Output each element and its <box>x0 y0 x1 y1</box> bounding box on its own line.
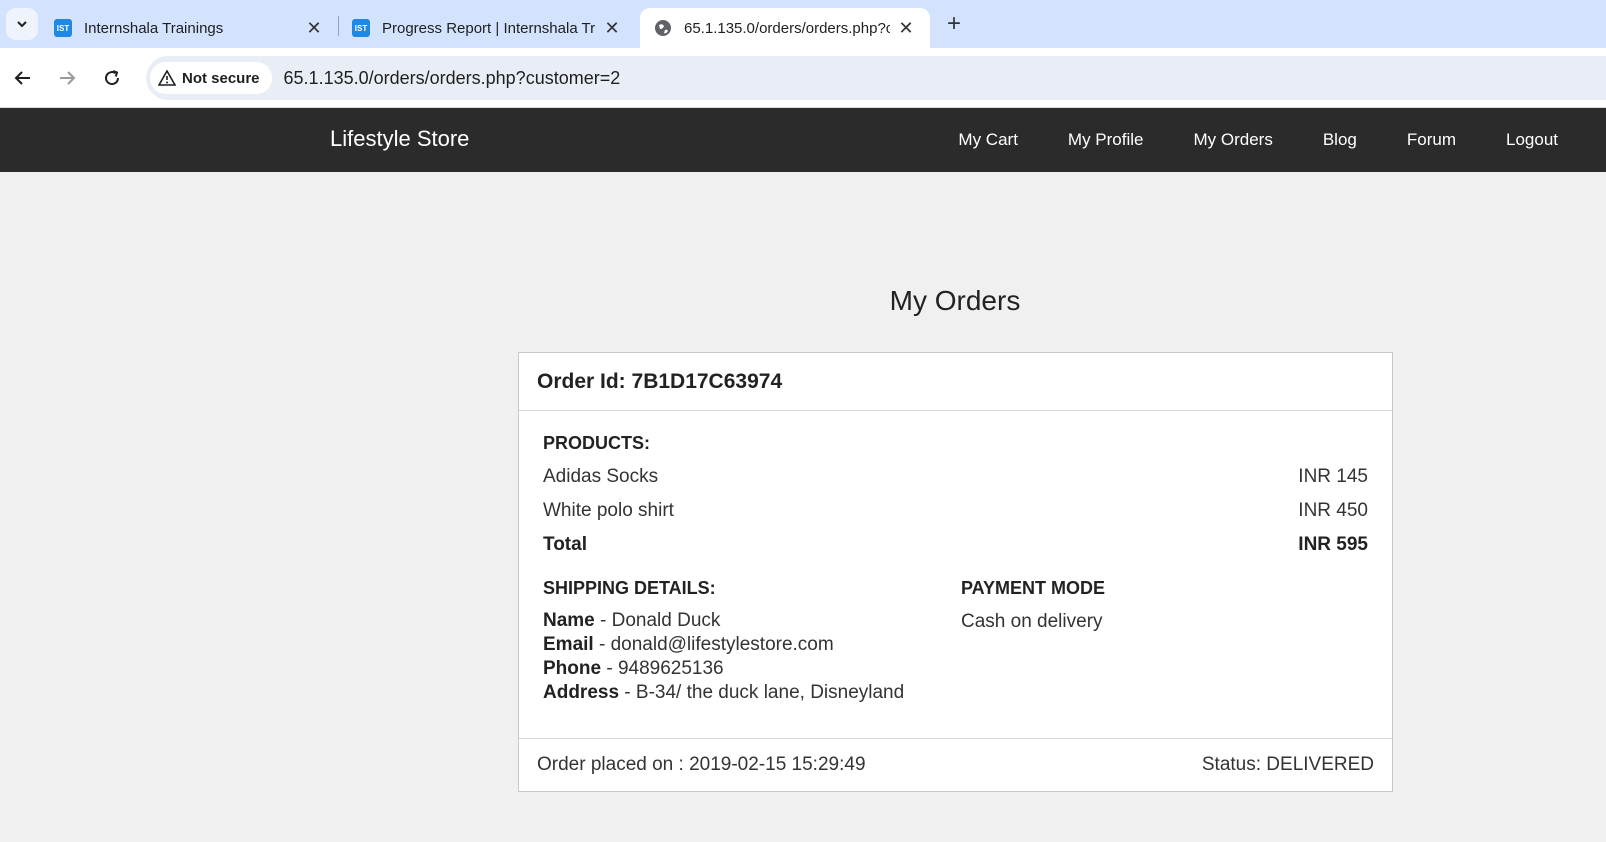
order-card: Order Id: 7B1D17C63974 PRODUCTS: Adidas … <box>518 352 1393 792</box>
security-label: Not secure <box>182 69 260 87</box>
nav-forum[interactable]: Forum <box>1407 130 1456 150</box>
product-price: INR 450 <box>1298 500 1368 521</box>
products-label: PRODUCTS: <box>543 433 650 453</box>
order-status: Status: DELIVERED <box>1201 754 1374 775</box>
details-columns: SHIPPING DETAILS: Name - Donald Duck Ema… <box>543 578 1368 705</box>
arrow-left-icon <box>14 71 30 85</box>
product-row: White polo shirt INR 450 <box>543 500 1368 522</box>
total-label: Total <box>543 534 587 555</box>
tab-separator <box>338 16 339 36</box>
tab-title: Internshala Trainings <box>84 19 224 37</box>
nav-my-cart[interactable]: My Cart <box>958 130 1018 150</box>
nav-my-orders[interactable]: My Orders <box>1194 130 1273 150</box>
shipping-label: SHIPPING DETAILS: <box>543 578 716 598</box>
nav-my-profile[interactable]: My Profile <box>1068 130 1144 150</box>
browser-toolbar: Not secure 65.1.135.0/orders/orders.php?… <box>0 48 1606 108</box>
tab-title: 65.1.135.0/orders/orders.php?cu <box>684 19 890 37</box>
payment-value: Cash on delivery <box>961 611 1103 632</box>
tab-title: Progress Report | Internshala Tr <box>382 19 596 37</box>
forward-button[interactable] <box>50 61 84 95</box>
chevron-down-icon <box>17 21 27 28</box>
internshala-favicon-icon: IST <box>352 19 370 37</box>
nav-links: My Cart My Profile My Orders Blog Forum … <box>908 108 1558 172</box>
order-id-heading: Order Id: 7B1D17C63974 <box>519 353 1392 411</box>
order-footer: Order placed on : 2019-02-15 15:29:49 St… <box>519 739 1392 791</box>
arrow-right-icon <box>60 71 76 85</box>
address-bar[interactable]: Not secure 65.1.135.0/orders/orders.php?… <box>146 56 1606 100</box>
reload-icon <box>105 70 120 86</box>
nav-logout[interactable]: Logout <box>1506 130 1558 150</box>
tab-search-button[interactable] <box>6 8 38 40</box>
shipping-address: Address - B-34/ the duck lane, Disneylan… <box>543 682 905 703</box>
product-price: INR 145 <box>1298 466 1368 487</box>
url-text: 65.1.135.0/orders/orders.php?customer=2 <box>283 67 621 88</box>
shipping-name: Name - Donald Duck <box>543 610 721 631</box>
product-row: Adidas Socks INR 145 <box>543 466 1368 488</box>
browser-tab-strip: IST Internshala Trainings ✕ IST Progress… <box>0 0 1606 48</box>
back-button[interactable] <box>6 61 40 95</box>
order-placed-date: Order placed on : 2019-02-15 15:29:49 <box>537 754 866 775</box>
reload-button[interactable] <box>95 61 129 95</box>
total-row: Total INR 595 <box>543 534 1368 556</box>
shipping-phone: Phone - 9489625136 <box>543 658 724 679</box>
warning-icon <box>158 70 176 86</box>
product-name: Adidas Socks <box>543 466 659 487</box>
security-chip[interactable]: Not secure <box>150 62 272 94</box>
product-name: White polo shirt <box>543 500 674 521</box>
shipping-details: SHIPPING DETAILS: Name - Donald Duck Ema… <box>543 578 961 705</box>
nav-blog[interactable]: Blog <box>1323 130 1357 150</box>
page-title: My Orders <box>889 285 1021 316</box>
site-navbar: Lifestyle Store My Cart My Profile My Or… <box>0 108 1606 172</box>
close-tab-icon[interactable]: ✕ <box>896 18 916 38</box>
order-body: PRODUCTS: Adidas Socks INR 145 White pol… <box>519 411 1392 739</box>
payment-label: PAYMENT MODE <box>961 578 1106 598</box>
total-value: INR 595 <box>1298 534 1368 555</box>
brand-logo[interactable]: Lifestyle Store <box>330 126 469 152</box>
globe-icon <box>655 20 671 36</box>
close-tab-icon[interactable]: ✕ <box>304 18 324 38</box>
shipping-email: Email - donald@lifestylestore.com <box>543 634 834 655</box>
tab-progress-report[interactable]: IST Progress Report | Internshala Tr ✕ <box>342 8 632 48</box>
new-tab-button[interactable]: + <box>940 10 968 38</box>
internshala-favicon-icon: IST <box>54 19 72 37</box>
tab-orders-page[interactable]: 65.1.135.0/orders/orders.php?cu ✕ <box>640 8 930 48</box>
payment-details: PAYMENT MODE Cash on delivery <box>961 578 1105 705</box>
close-tab-icon[interactable]: ✕ <box>602 18 622 38</box>
tab-internshala-trainings[interactable]: IST Internshala Trainings ✕ <box>44 8 334 48</box>
